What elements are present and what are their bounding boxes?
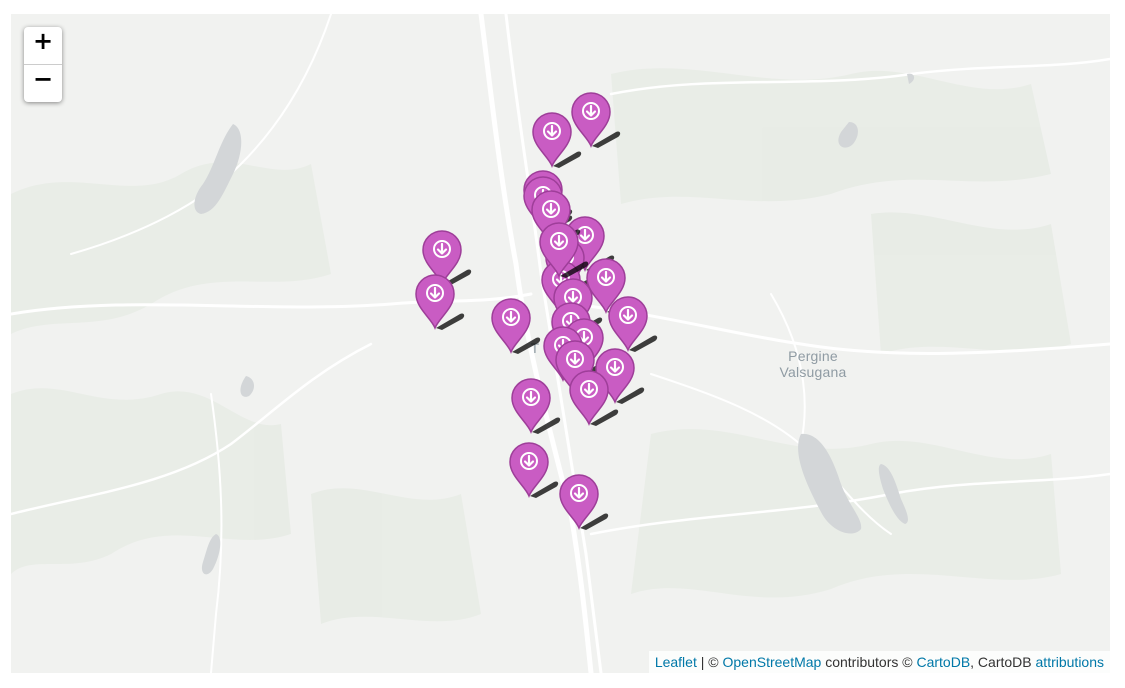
map-marker[interactable] bbox=[508, 440, 559, 499]
map-marker[interactable] bbox=[510, 376, 561, 435]
zoom-in-button[interactable]: + bbox=[24, 27, 62, 65]
map-marker[interactable] bbox=[490, 296, 541, 355]
attribution-bar: Leaflet | © OpenStreetMap contributors ©… bbox=[648, 651, 1110, 673]
map-marker[interactable] bbox=[607, 294, 658, 353]
map-marker[interactable] bbox=[570, 90, 621, 149]
map-marker[interactable] bbox=[531, 110, 582, 169]
openstreetmap-link[interactable]: OpenStreetMap bbox=[722, 654, 821, 670]
attribution-text: contributors © bbox=[821, 654, 917, 670]
map-marker[interactable] bbox=[558, 472, 609, 531]
place-label-line: Pergine bbox=[788, 348, 838, 364]
map-marker[interactable] bbox=[568, 368, 619, 427]
attribution-text: , CartoDB bbox=[970, 654, 1036, 670]
map-marker[interactable] bbox=[414, 272, 465, 331]
zoom-out-button[interactable]: − bbox=[24, 65, 62, 102]
place-label-pergine: Pergine Valsugana bbox=[769, 348, 857, 380]
zoom-control: + − bbox=[24, 27, 62, 102]
attribution-text: | © bbox=[696, 654, 723, 670]
cartodb-link[interactable]: CartoDB bbox=[916, 654, 970, 670]
place-label-line: Valsugana bbox=[779, 364, 847, 380]
map-marker[interactable] bbox=[538, 220, 589, 279]
leaflet-link[interactable]: Leaflet bbox=[655, 654, 697, 670]
attributions-link[interactable]: attributions bbox=[1036, 654, 1104, 670]
map-canvas[interactable]: Pergine Valsugana T + − Leaflet | © Open… bbox=[11, 14, 1110, 673]
